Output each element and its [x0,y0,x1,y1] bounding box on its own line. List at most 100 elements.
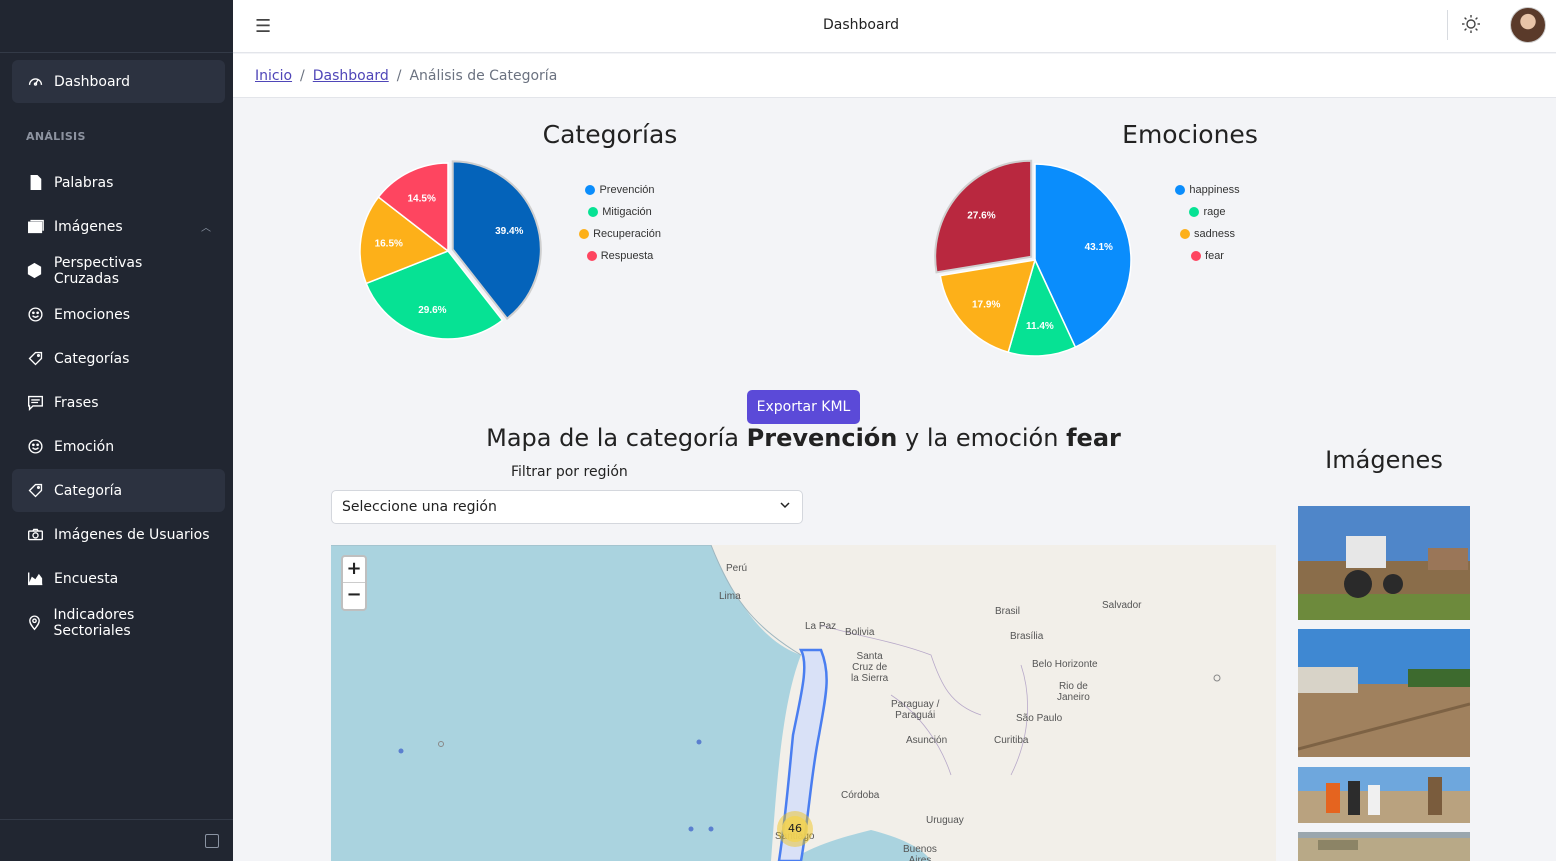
people-outdoors-photo[interactable] [1298,767,1470,823]
zoom-control: + − [341,555,367,611]
people-outdoors-image [1298,767,1470,823]
cube-icon [26,262,44,280]
pie-data-label: 43.1% [1085,242,1113,253]
map-label-bolivia: Bolivia [845,627,875,638]
breadcrumb-current: Análisis de Categoría [409,68,558,84]
map-title-emotion: fear [1066,424,1121,452]
legend-item[interactable]: sadness [1160,223,1255,245]
sidebar-nav: Dashboard ANÁLISIS Palabras Imágenes ︿ P… [0,53,233,644]
legend-item[interactable]: Prevención [560,179,680,201]
sidebar-item-encuesta[interactable]: Encuesta [12,557,225,600]
legend-label: rage [1203,206,1226,218]
legend-marker [1189,207,1200,217]
sidebar-item-indicadores[interactable]: Indicadores Sectoriales [12,601,225,644]
file-icon [26,174,44,192]
plowed-field-photo[interactable] [1298,629,1470,757]
zoom-out-button[interactable]: − [343,583,365,609]
region-select[interactable]: Seleccione una región [331,490,803,524]
map-label-cordoba: Córdoba [841,790,880,801]
smile-icon [26,306,44,324]
legend-label: fear [1205,250,1224,262]
legend-marker [586,251,597,261]
sidebar-item-label: Frases [54,394,99,411]
zoom-in-button[interactable]: + [343,557,365,583]
categories-pie-chart: 39.4% 29.6% 16.5% 14.5% [359,160,542,340]
legend-item[interactable]: Recuperación [560,223,680,245]
sidebar-item-categorias[interactable]: Categorías [12,337,225,380]
pie-data-label: 39.4% [495,226,523,237]
legend-item[interactable]: rage [1160,201,1255,223]
map-cluster-marker[interactable]: 46 [777,811,813,847]
pie-data-label: 17.9% [972,299,1000,310]
export-kml-button[interactable]: Exportar KML [747,390,860,424]
tractor-field-image [1298,506,1470,620]
legend-item[interactable]: happiness [1160,179,1255,201]
chart-area-icon [26,570,44,588]
sidebar-item-perspectivas[interactable]: Perspectivas Cruzadas [12,249,225,292]
map-label-salvador: Salvador [1102,600,1142,611]
sidebar-item-imagenes-usuarios[interactable]: Imágenes de Usuarios [12,513,225,556]
map-label-peru: Perú [726,563,748,574]
legend-item[interactable]: fear [1160,245,1255,267]
map-title-middle: y la emoción [905,424,1059,452]
top-header: ☰ Dashboard [233,0,1556,53]
breadcrumb: Inicio / Dashboard / Análisis de Categoría [233,54,1556,98]
pie-data-label: 11.4% [1026,321,1054,332]
legend-label: Prevención [599,184,655,196]
sidebar-item-palabras[interactable]: Palabras [12,161,225,204]
map-label-asuncion: Asunción [906,735,948,746]
sidebar-item-frases[interactable]: Frases [12,381,225,424]
sun-icon[interactable] [1461,14,1481,34]
sidebar: Dashboard ANÁLISIS Palabras Imágenes ︿ P… [0,0,233,861]
sidebar-item-label: Encuesta [54,570,119,587]
legend-marker [1175,185,1186,195]
sidebar-item-imagenes[interactable]: Imágenes ︿ [12,205,225,248]
plowed-field-image [1298,629,1470,757]
map-title: Mapa de la categoría Prevención y la emo… [331,424,1276,452]
sidebar-brand [0,0,233,53]
region-select-value: Seleccione una región [342,499,497,515]
sidebar-item-emociones[interactable]: Emociones [12,293,225,336]
map-title-prefix: Mapa de la categoría [486,424,739,452]
chevron-up-icon: ︿ [201,223,211,234]
sidebar-footer [0,819,233,861]
map-label-rio: Rio de Janeiro [1057,681,1090,703]
chevron-down-icon [780,502,790,509]
sidebar-item-emocion[interactable]: Emoción [12,425,225,468]
map-label-sao-paulo: São Paulo [1016,713,1063,724]
breadcrumb-separator: / [396,68,402,84]
map-label-santacruz: Santa Cruz de la Sierra [851,651,889,684]
avatar[interactable] [1510,7,1546,43]
legend-marker [588,207,599,217]
dry-field-photo[interactable] [1298,832,1470,861]
sidebar-collapse-icon[interactable] [205,834,219,848]
region-map[interactable]: Perú Lima Brasil Salvador La Paz Bolivia… [331,545,1276,861]
sidebar-section-title: ANÁLISIS [26,130,86,143]
sidebar-item-label: Emociones [54,306,130,323]
legend-label: Respuesta [600,250,654,262]
sidebar-item-label: Perspectivas Cruzadas [53,254,143,287]
legend-item[interactable]: Respuesta [560,245,680,267]
sidebar-item-dashboard[interactable]: Dashboard [12,60,225,103]
emotions-chart-title: Emociones [1122,120,1258,149]
tractor-field-photo[interactable] [1298,506,1470,620]
map-label-brasilia: Brasília [1010,631,1044,642]
sidebar-item-label: Dashboard [54,73,130,90]
sidebar-item-label: Categorías [54,350,130,367]
legend-item[interactable]: Mitigación [560,201,680,223]
legend-marker [585,185,596,195]
page-title: Dashboard [823,17,899,33]
sidebar-item-label: Palabras [54,174,114,191]
smile-icon [26,438,44,456]
tag-icon [26,482,44,500]
legend-label: Recuperación [593,228,661,240]
sidebar-item-label: Emoción [54,438,115,455]
pie-data-label: 29.6% [418,305,446,316]
map-label-uruguay: Uruguay [926,815,964,826]
breadcrumb-home-link[interactable]: Inicio [255,68,292,84]
sidebar-item-categoria[interactable]: Categoría [12,469,225,512]
map-label-paraguay: Paraguay / Paraguái [891,699,940,721]
tag-icon [26,350,44,368]
sidebar-item-label: Indicadores Sectoriales [53,606,135,639]
breadcrumb-dashboard-link[interactable]: Dashboard [313,68,389,84]
